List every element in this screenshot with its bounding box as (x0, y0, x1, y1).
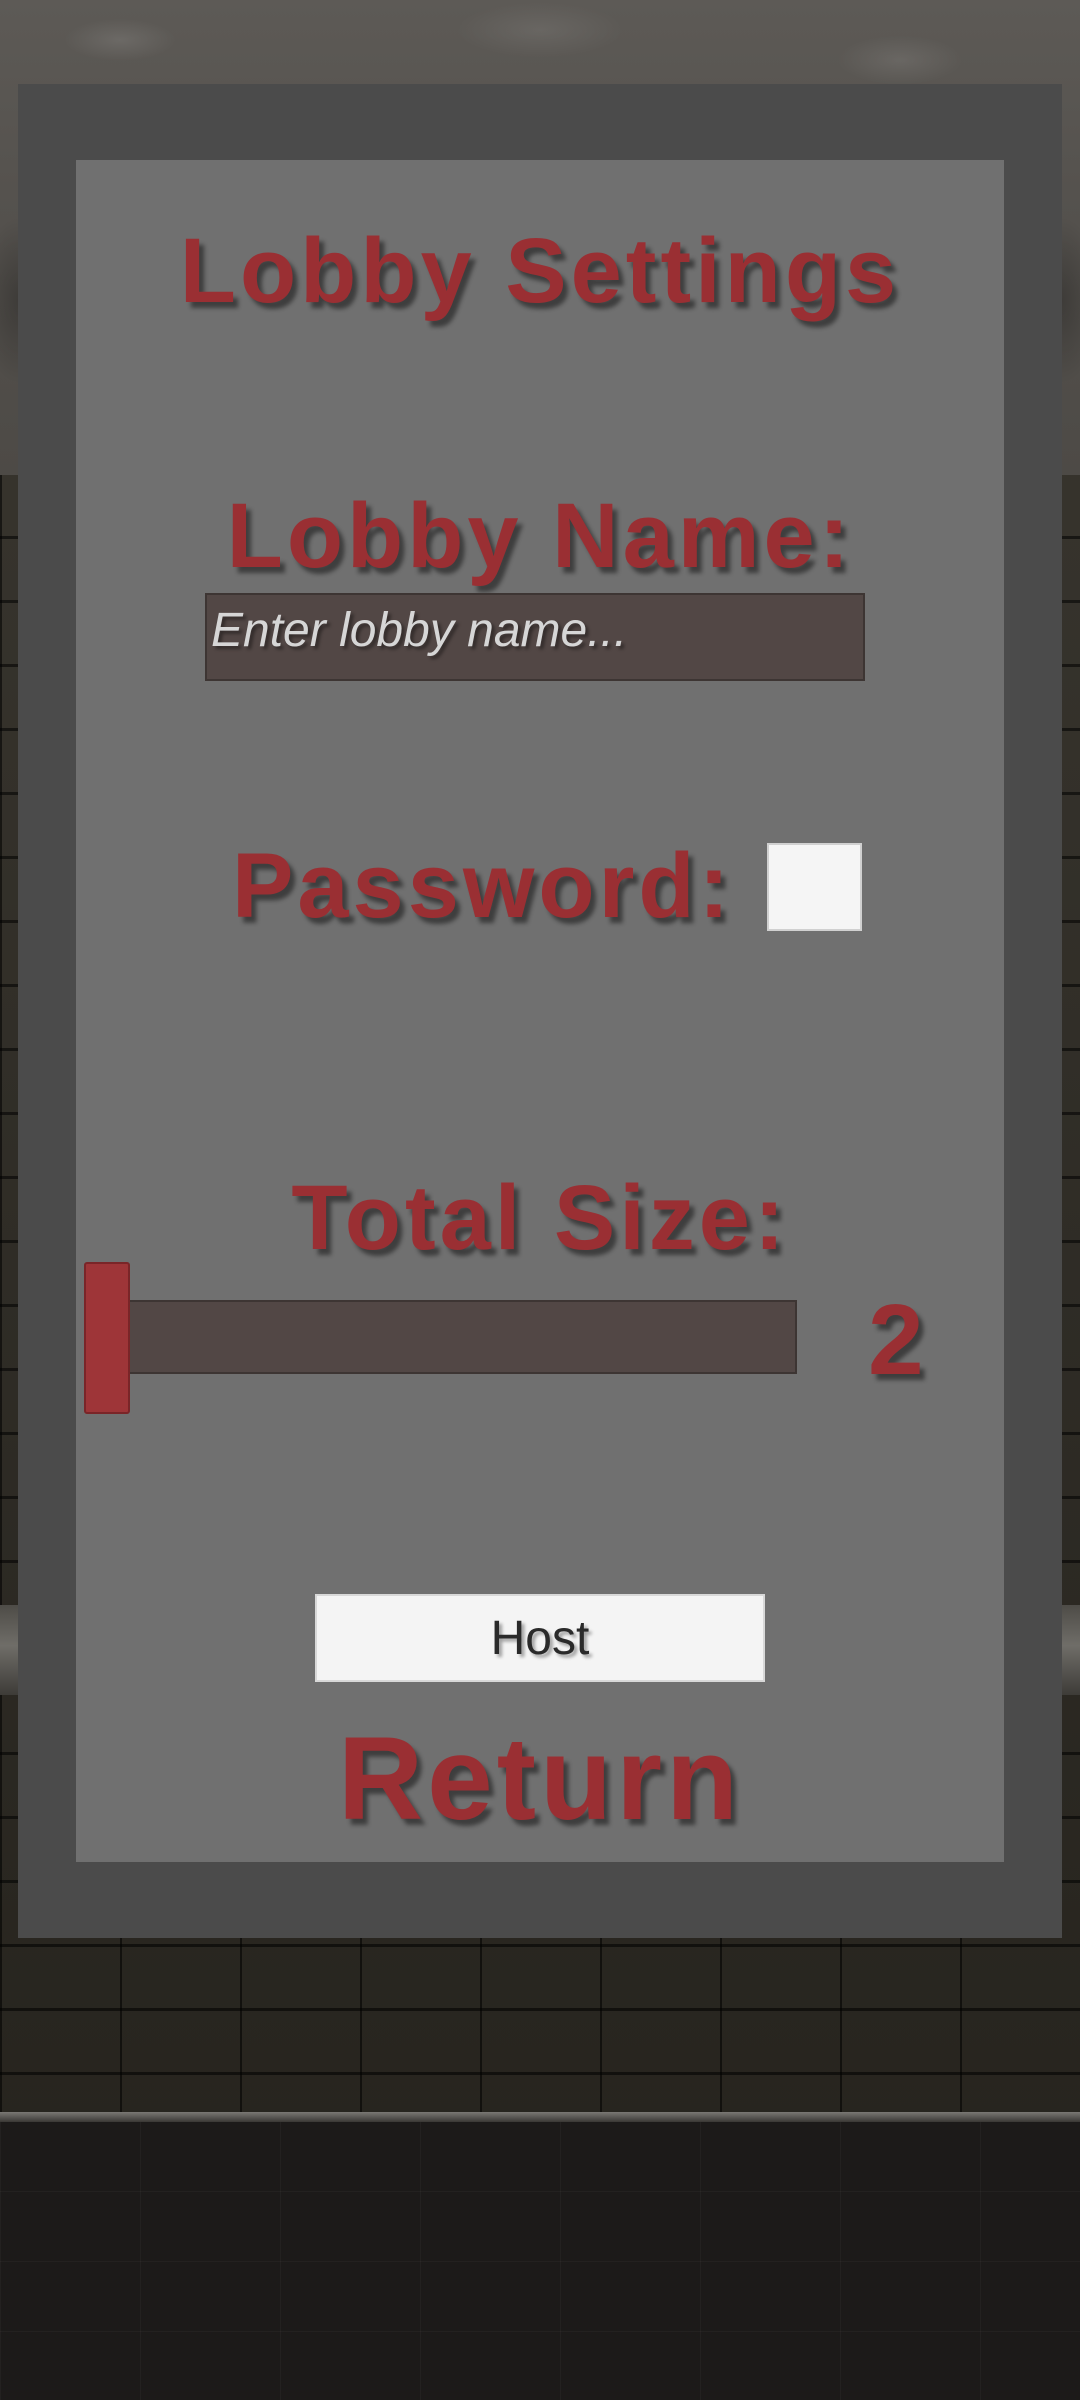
game-screen: Lobby Settings Lobby Name: Enter lobby n… (0, 0, 1080, 2400)
host-button[interactable]: Host (315, 1594, 765, 1682)
password-label: Password: (232, 835, 734, 937)
return-button[interactable]: Return (76, 1720, 1004, 1838)
password-checkbox[interactable] (767, 843, 862, 931)
lobby-name-label: Lobby Name: (226, 485, 854, 587)
total-size-label: Total Size: (291, 1167, 789, 1269)
page-title: Lobby Settings (179, 220, 901, 322)
total-size-slider-handle[interactable] (84, 1262, 130, 1414)
total-size-value: 2 (868, 1284, 924, 1396)
floor-edge (0, 2112, 1080, 2122)
total-size-slider-track[interactable] (110, 1300, 797, 1374)
floor-background (0, 2122, 1080, 2400)
lobby-name-placeholder: Enter lobby name... (211, 604, 628, 657)
lobby-name-input[interactable]: Enter lobby name... (205, 593, 865, 681)
